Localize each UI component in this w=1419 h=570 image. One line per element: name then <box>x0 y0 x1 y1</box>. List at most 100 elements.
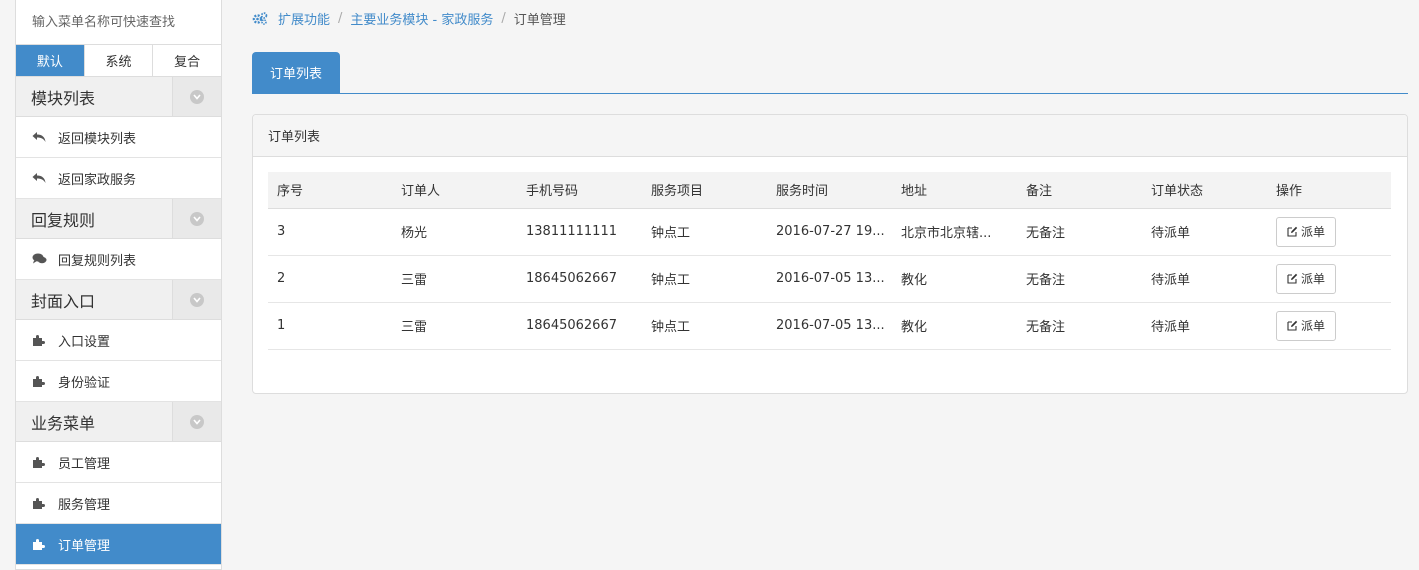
mode-tabs: 默认 系统 复合 <box>16 45 221 77</box>
cell-index: 2 <box>268 255 392 303</box>
dispatch-button[interactable]: 派单 <box>1276 263 1337 294</box>
group-header-cover-entry[interactable]: 封面入口 <box>16 280 221 320</box>
chevron-down-icon <box>190 211 204 226</box>
sidebar-item-staff-management[interactable]: 员工管理 <box>16 442 221 483</box>
dispatch-button-label: 派单 <box>1301 272 1326 286</box>
cell-service-time: 2016-07-27 19... <box>767 208 892 256</box>
cell-phone: 18645062667 <box>517 302 642 350</box>
cell-index: 1 <box>268 302 392 350</box>
breadcrumb-separator: / <box>338 10 343 26</box>
cell-address: 教化 <box>892 302 1017 350</box>
table-header-row: 序号 订单人 手机号码 服务项目 服务时间 地址 备注 订单状态 操作 <box>268 172 1391 209</box>
chevron-down-icon <box>190 414 204 429</box>
sidebar-item-entry-settings[interactable]: 入口设置 <box>16 320 221 361</box>
group-collapse-toggle[interactable] <box>172 77 221 116</box>
cell-customer: 三雷 <box>392 255 517 303</box>
column-header: 地址 <box>892 172 1017 209</box>
mode-tab-default[interactable]: 默认 <box>16 45 85 76</box>
cell-status: 待派单 <box>1142 302 1267 350</box>
cell-phone: 18645062667 <box>517 255 642 303</box>
table-row: 2 三雷 18645062667 钟点工 2016-07-05 13... 教化… <box>268 255 1391 303</box>
group-title: 回复规则 <box>31 210 96 230</box>
tab-order-list[interactable]: 订单列表 <box>252 52 340 93</box>
order-list-panel: 订单列表 序号 订单人 手机号码 服务项目 服务时间 地址 备注 订单状态 操作… <box>252 114 1408 394</box>
sidebar-item-label: 服务管理 <box>58 497 111 513</box>
sidebar-item-label: 返回家政服务 <box>58 172 137 188</box>
cell-remark: 无备注 <box>1017 208 1142 256</box>
dispatch-button-label: 派单 <box>1301 225 1326 239</box>
puzzle-icon <box>32 375 58 388</box>
breadcrumb-separator: / <box>501 10 506 26</box>
menu-search-box <box>16 0 221 45</box>
group-collapse-toggle[interactable] <box>172 402 221 441</box>
table-row: 3 杨光 13811111111 钟点工 2016-07-27 19... 北京… <box>268 208 1391 256</box>
sidebar-item-label: 回复规则列表 <box>58 253 137 269</box>
column-header: 服务项目 <box>642 172 767 209</box>
cell-action: 派单 <box>1267 255 1391 303</box>
breadcrumb-extensions-link[interactable]: 扩展功能 <box>278 9 330 28</box>
cell-service-time: 2016-07-05 13... <box>767 302 892 350</box>
cell-customer: 杨光 <box>392 208 517 256</box>
group-header-reply-rules[interactable]: 回复规则 <box>16 199 221 239</box>
cell-address: 北京市北京辖... <box>892 208 1017 256</box>
comments-icon <box>32 253 58 265</box>
panel-title: 订单列表 <box>253 115 1407 157</box>
sidebar-item-identity-verify[interactable]: 身份验证 <box>16 361 221 402</box>
sidebar-item-label: 返回模块列表 <box>58 131 137 147</box>
cell-remark: 无备注 <box>1017 255 1142 303</box>
group-title: 业务菜单 <box>31 413 96 433</box>
group-header-business-menu[interactable]: 业务菜单 <box>16 402 221 442</box>
column-header: 订单状态 <box>1142 172 1267 209</box>
breadcrumb: 扩展功能 / 主要业务模块 - 家政服务 / 订单管理 <box>252 8 566 28</box>
order-table: 序号 订单人 手机号码 服务项目 服务时间 地址 备注 订单状态 操作 3 杨光… <box>268 172 1391 350</box>
cell-service: 钟点工 <box>642 255 767 303</box>
mode-tab-composite[interactable]: 复合 <box>153 45 221 76</box>
edit-icon <box>1287 320 1298 331</box>
sidebar: 默认 系统 复合 模块列表 返回模块列表 返回家政服务 回复规则 <box>15 0 222 570</box>
column-header: 序号 <box>268 172 392 209</box>
table-row: 1 三雷 18645062667 钟点工 2016-07-05 13... 教化… <box>268 302 1391 350</box>
reply-icon <box>32 131 58 143</box>
dispatch-button[interactable]: 派单 <box>1276 310 1337 341</box>
sidebar-item-back-modules[interactable]: 返回模块列表 <box>16 117 221 158</box>
edit-icon <box>1287 273 1298 284</box>
mode-tab-system[interactable]: 系统 <box>85 45 154 76</box>
sidebar-item-label: 入口设置 <box>58 334 111 350</box>
chevron-down-icon <box>190 89 204 104</box>
sidebar-item-label: 员工管理 <box>58 456 111 472</box>
column-header: 操作 <box>1267 172 1391 209</box>
sidebar-item-service-management[interactable]: 服务管理 <box>16 483 221 524</box>
column-header: 手机号码 <box>517 172 642 209</box>
column-header: 订单人 <box>392 172 517 209</box>
sidebar-item-back-housekeeping[interactable]: 返回家政服务 <box>16 158 221 199</box>
group-title: 封面入口 <box>31 291 96 311</box>
cell-address: 教化 <box>892 255 1017 303</box>
sidebar-item-label: 订单管理 <box>58 538 111 554</box>
group-title: 模块列表 <box>31 88 96 108</box>
puzzle-icon <box>32 334 58 347</box>
sidebar-item-label: 身份验证 <box>58 375 111 391</box>
cell-remark: 无备注 <box>1017 302 1142 350</box>
cell-service-time: 2016-07-05 13... <box>767 255 892 303</box>
cell-service: 钟点工 <box>642 208 767 256</box>
cell-phone: 13811111111 <box>517 208 642 256</box>
dispatch-button-label: 派单 <box>1301 319 1326 333</box>
breadcrumb-current: 订单管理 <box>513 12 566 28</box>
dispatch-button[interactable]: 派单 <box>1276 216 1337 247</box>
group-collapse-toggle[interactable] <box>172 280 221 319</box>
gears-icon <box>252 11 268 25</box>
cell-action: 派单 <box>1267 208 1391 256</box>
puzzle-icon <box>32 456 58 469</box>
cell-customer: 三雷 <box>392 302 517 350</box>
cell-service: 钟点工 <box>642 302 767 350</box>
sidebar-item-reply-rule-list[interactable]: 回复规则列表 <box>16 239 221 280</box>
menu-search-input[interactable] <box>32 14 212 30</box>
sidebar-item-order-management[interactable]: 订单管理 <box>16 524 221 565</box>
puzzle-icon <box>32 497 58 510</box>
group-collapse-toggle[interactable] <box>172 199 221 238</box>
cell-action: 派单 <box>1267 302 1391 350</box>
chevron-down-icon <box>190 292 204 307</box>
group-header-module-list[interactable]: 模块列表 <box>16 77 221 117</box>
breadcrumb-module-link[interactable]: 主要业务模块 - 家政服务 <box>350 9 493 28</box>
edit-icon <box>1287 226 1298 237</box>
